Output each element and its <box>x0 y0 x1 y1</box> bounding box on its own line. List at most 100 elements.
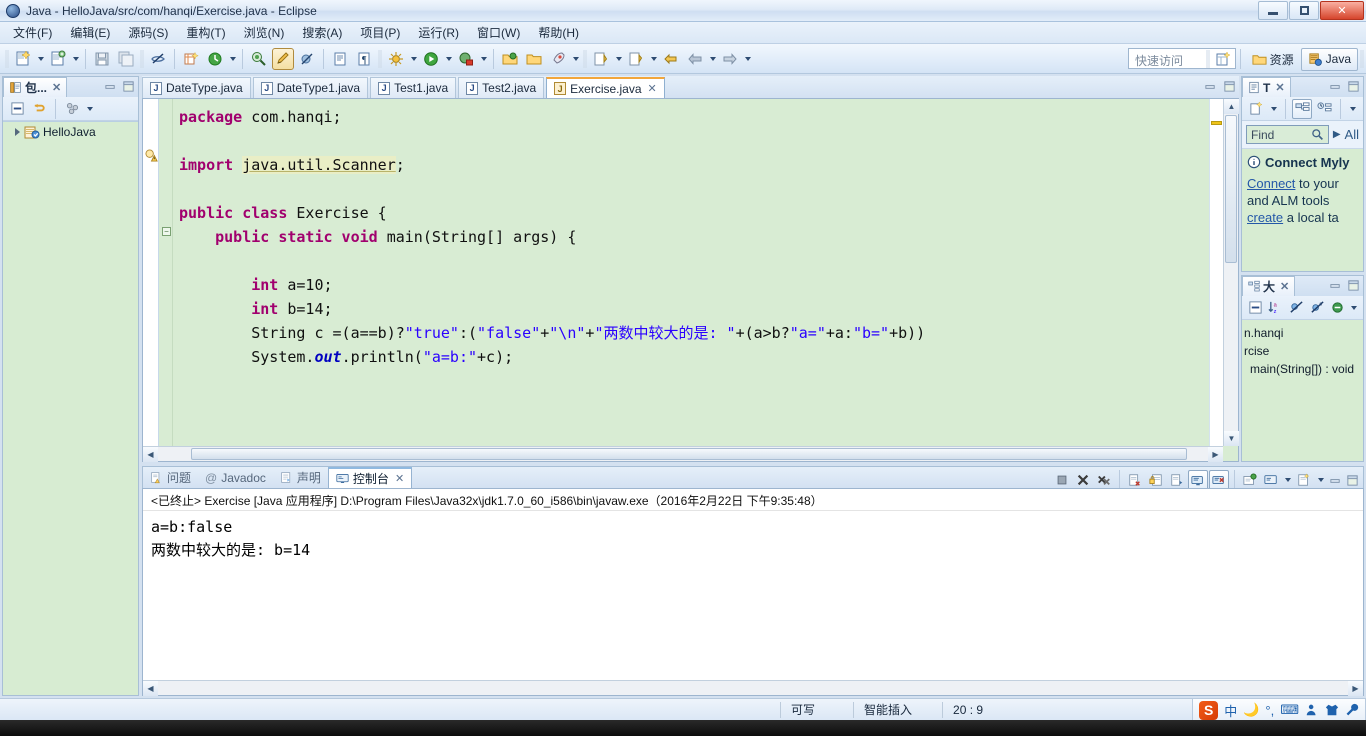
last-edit-location-icon[interactable] <box>660 48 682 70</box>
minimize-button[interactable] <box>1258 1 1288 20</box>
code-editor[interactable]: package com.hanqi; import java.util.Scan… <box>173 99 1238 461</box>
debug-icon[interactable] <box>385 48 407 70</box>
new-wizard-dropdown-icon[interactable] <box>35 48 46 70</box>
view-menu-icon[interactable] <box>1349 297 1359 319</box>
marker-ruler[interactable] <box>143 99 159 461</box>
menu-navigate[interactable]: 浏览(N) <box>235 22 294 43</box>
tab-console[interactable]: 控制台 ✕ <box>327 467 413 488</box>
maximize-icon[interactable] <box>1345 277 1361 293</box>
next-annotation-dropdown-icon[interactable] <box>613 48 624 70</box>
scroll-lock-icon[interactable] <box>1146 470 1166 490</box>
toolbar-grip-3[interactable] <box>378 49 382 68</box>
maximize-icon[interactable] <box>1344 472 1360 488</box>
terminate-icon[interactable] <box>1052 470 1072 490</box>
perspective-resource[interactable]: 资源 <box>1245 48 1301 71</box>
console-output-panel[interactable]: <已终止> Exercise [Java 应用程序] D:\Program Fi… <box>142 488 1364 696</box>
outline-item[interactable]: n.hanqi <box>1242 324 1363 342</box>
warning-marker-icon[interactable] <box>145 149 158 162</box>
close-button[interactable]: ✕ <box>1320 1 1364 20</box>
scroll-up-icon[interactable]: ▲ <box>1224 99 1239 114</box>
save-all-icon[interactable] <box>115 48 137 70</box>
menu-run[interactable]: 运行(R) <box>409 22 468 43</box>
pin-console-icon[interactable] <box>1188 470 1208 490</box>
tab-declaration[interactable]: 声明 <box>273 467 328 488</box>
sogou-logo-icon[interactable]: S <box>1199 700 1219 720</box>
insert-template-icon[interactable]: ¶ <box>353 48 375 70</box>
refresh-icon[interactable] <box>204 48 226 70</box>
next-annotation-icon[interactable] <box>590 48 612 70</box>
maximize-icon[interactable] <box>1221 78 1237 94</box>
menu-source[interactable]: 源码(S) <box>119 22 177 43</box>
minimize-icon[interactable] <box>1327 472 1343 488</box>
tab-task-list[interactable]: T ✕ <box>1242 77 1291 97</box>
close-icon[interactable]: ✕ <box>1280 280 1289 293</box>
edit-pencil-icon[interactable] <box>272 47 294 70</box>
hide-fields-icon[interactable] <box>1287 298 1306 318</box>
menu-search[interactable]: 搜索(A) <box>293 22 351 43</box>
new-wizard-icon[interactable] <box>12 48 34 70</box>
close-icon[interactable]: ✕ <box>648 82 657 95</box>
menu-project[interactable]: 项目(P) <box>351 22 409 43</box>
close-icon[interactable]: ✕ <box>1275 81 1284 94</box>
editor-tab-datetype1[interactable]: J DateType1.java <box>252 77 369 98</box>
package-explorer-tree[interactable]: HelloJava <box>3 121 138 695</box>
rocket-dropdown-icon[interactable] <box>570 48 581 70</box>
clear-console-icon[interactable] <box>1125 470 1145 490</box>
skip-breakpoints-icon[interactable] <box>296 48 318 70</box>
editor-tab-datetype[interactable]: J DateType.java <box>142 77 251 98</box>
editor-tab-exercise[interactable]: J Exercise.java ✕ <box>546 77 665 98</box>
external-tools-dropdown-icon[interactable] <box>478 48 489 70</box>
new-task-dropdown-icon[interactable] <box>1268 98 1279 120</box>
back-dropdown-icon[interactable] <box>707 48 718 70</box>
toolbar-grip[interactable] <box>5 49 9 68</box>
editor-horizontal-scrollbar[interactable]: ◀ ▶ <box>143 446 1223 462</box>
new-console-view-icon[interactable] <box>1261 470 1281 490</box>
run-external-tools-icon[interactable] <box>455 48 477 70</box>
perspective-java[interactable]: Java <box>1300 47 1358 71</box>
skin-icon[interactable] <box>1325 703 1339 717</box>
save-icon[interactable] <box>91 48 113 70</box>
link-with-editor-icon[interactable] <box>29 99 49 119</box>
collapse-all-icon[interactable] <box>1246 298 1265 318</box>
maximize-icon[interactable] <box>1345 78 1361 94</box>
debug-dropdown-icon[interactable] <box>408 48 419 70</box>
find-all-label[interactable]: All <box>1345 127 1359 142</box>
scheduled-presentation-icon[interactable] <box>1314 99 1334 119</box>
console-menu-icon[interactable] <box>1294 470 1314 490</box>
menu-file[interactable]: 文件(F) <box>4 22 61 43</box>
tree-item-hellojava[interactable]: HelloJava <box>3 122 138 142</box>
forward-icon[interactable] <box>719 48 741 70</box>
new-java-project-icon[interactable] <box>180 48 202 70</box>
sort-icon[interactable]: az <box>1267 298 1286 318</box>
menu-help[interactable]: 帮助(H) <box>529 22 588 43</box>
minimize-icon[interactable] <box>1202 78 1218 94</box>
connect-link[interactable]: Connect <box>1247 176 1295 191</box>
categorized-presentation-icon[interactable] <box>1292 98 1312 119</box>
back-icon[interactable] <box>684 48 706 70</box>
outline-item[interactable]: rcise <box>1242 342 1363 360</box>
display-selected-console-icon[interactable] <box>1209 470 1229 490</box>
folding-ruler[interactable]: − <box>159 99 173 461</box>
open-console-icon[interactable] <box>1240 470 1260 490</box>
perspective-grip[interactable] <box>1205 50 1210 68</box>
tab-outline[interactable]: 大 ✕ <box>1242 276 1296 296</box>
remove-all-launches-icon[interactable] <box>1094 470 1114 490</box>
close-icon[interactable]: ✕ <box>52 81 61 94</box>
refresh-dropdown-icon[interactable] <box>227 48 238 70</box>
chinese-mode-icon[interactable]: 中 <box>1224 701 1237 720</box>
toolbar-grip-4[interactable] <box>583 49 587 68</box>
editor-vertical-scrollbar[interactable]: ▲ ▼ <box>1223 99 1239 446</box>
toggle-mark-occurrences-icon[interactable] <box>147 48 169 70</box>
open-folder-icon[interactable] <box>523 48 545 70</box>
forward-dropdown-icon[interactable] <box>742 48 753 70</box>
scroll-right-icon[interactable]: ▶ <box>1208 447 1223 462</box>
previous-annotation-dropdown-icon[interactable] <box>648 48 659 70</box>
minimize-icon[interactable] <box>1327 277 1343 293</box>
hide-static-icon[interactable]: s <box>1308 298 1327 318</box>
moon-icon[interactable]: 🌙 <box>1243 702 1259 718</box>
console-horizontal-scrollbar[interactable]: ◀ ▶ <box>143 680 1363 696</box>
remove-launch-icon[interactable] <box>1073 470 1093 490</box>
scroll-right-icon[interactable]: ▶ <box>1348 681 1363 696</box>
chevron-right-icon[interactable]: ▶ <box>1333 129 1341 140</box>
close-icon[interactable]: ✕ <box>395 472 404 485</box>
